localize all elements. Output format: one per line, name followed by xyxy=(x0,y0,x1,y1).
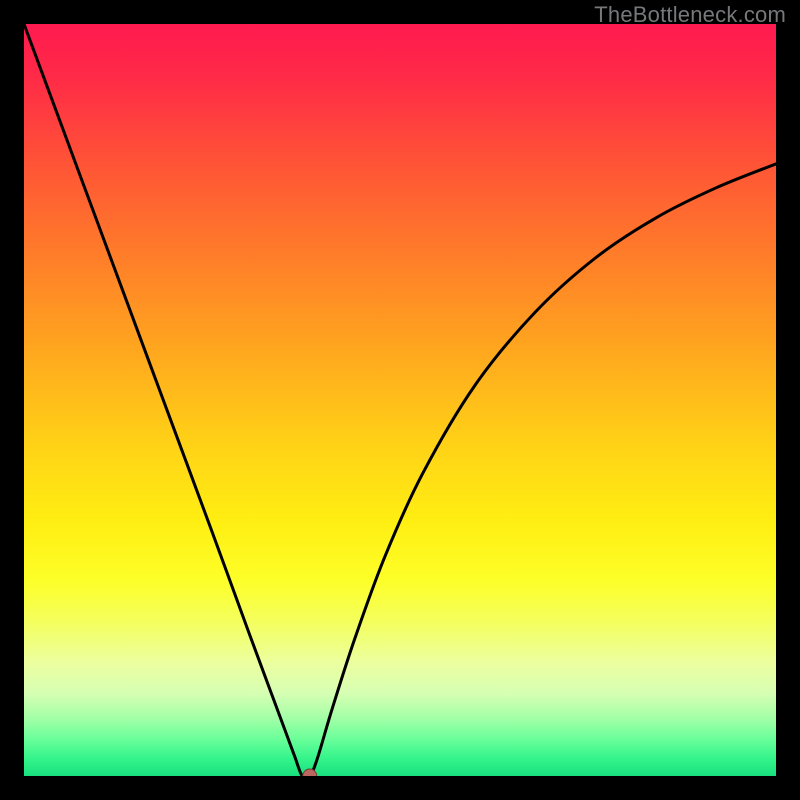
chart-outer: TheBottleneck.com xyxy=(0,0,800,800)
watermark-text: TheBottleneck.com xyxy=(594,2,786,28)
bottleneck-chart xyxy=(24,24,776,776)
gradient-background xyxy=(24,24,776,776)
plot-frame xyxy=(24,24,776,776)
